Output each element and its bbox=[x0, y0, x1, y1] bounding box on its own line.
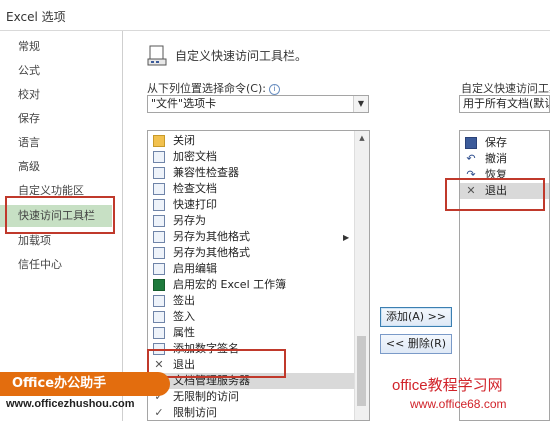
list-item[interactable]: 属性 bbox=[148, 325, 369, 341]
print-icon bbox=[153, 199, 165, 211]
document-check-icon bbox=[153, 167, 165, 179]
sidebar-item-proofing[interactable]: 校对 bbox=[0, 84, 112, 106]
chevron-down-icon: ▼ bbox=[353, 96, 368, 112]
watermark-url-left: www.officezhushou.com bbox=[6, 398, 135, 410]
watermark-url-right: www.office68.com bbox=[410, 397, 507, 411]
watermark-badge: Office办公助手 bbox=[0, 372, 170, 396]
save-as-icon bbox=[153, 247, 165, 259]
choose-commands-dropdown[interactable]: "文件"选项卡 ▼ bbox=[147, 95, 369, 113]
sidebar-item-save[interactable]: 保存 bbox=[0, 108, 112, 130]
list-item[interactable]: 启用编辑 bbox=[148, 261, 369, 277]
save-as-icon bbox=[153, 231, 165, 243]
sidebar-item-trust-center[interactable]: 信任中心 bbox=[0, 254, 112, 276]
list-item[interactable]: 签出 bbox=[148, 293, 369, 309]
sidebar-item-advanced[interactable]: 高级 bbox=[0, 156, 112, 178]
watermark-title-right: office教程学习网 bbox=[392, 377, 503, 394]
undo-icon: ↶ bbox=[466, 152, 476, 165]
check-out-icon bbox=[153, 295, 165, 307]
list-item[interactable]: 另存为其他格式 bbox=[148, 229, 369, 245]
list-item[interactable]: 快速打印 bbox=[148, 197, 369, 213]
info-icon: i bbox=[268, 83, 280, 95]
list-item[interactable]: 保存 bbox=[460, 135, 549, 151]
list-item[interactable]: 兼容性检查器 bbox=[148, 165, 369, 181]
highlight-box-sidebar bbox=[5, 196, 115, 234]
excel-icon bbox=[153, 279, 165, 291]
sidebar-item-general[interactable]: 常规 bbox=[0, 36, 112, 58]
list-item[interactable]: ✓ 限制访问 bbox=[148, 405, 369, 420]
page-title: 自定义快速访问工具栏。 bbox=[175, 49, 308, 63]
check-icon: ✓ bbox=[154, 406, 164, 419]
list-item[interactable]: 另存为 bbox=[148, 213, 369, 229]
expand-arrow-icon[interactable]: ▶ bbox=[343, 233, 349, 242]
remove-button[interactable]: << 删除(R) bbox=[380, 334, 452, 354]
folder-icon bbox=[153, 135, 165, 147]
list-item[interactable]: 签入 bbox=[148, 309, 369, 325]
sidebar-item-language[interactable]: 语言 bbox=[0, 132, 112, 154]
check-in-icon bbox=[153, 311, 165, 323]
list-item[interactable]: 加密文档 bbox=[148, 149, 369, 165]
list-item[interactable]: ✓ 无限制的访问 bbox=[148, 389, 369, 405]
choose-commands-label: 从下列位置选择命令(C): i bbox=[147, 80, 280, 96]
customize-toolbar-value: 用于所有文档(默认 bbox=[463, 97, 550, 110]
properties-icon bbox=[153, 327, 165, 339]
edit-document-icon bbox=[153, 263, 165, 275]
add-button[interactable]: 添加(A) >> bbox=[380, 307, 452, 327]
sidebar-item-formulas[interactable]: 公式 bbox=[0, 60, 112, 82]
document-inspect-icon bbox=[153, 183, 165, 195]
excel-options-window: Excel 选项 常规 公式 校对 保存 语言 高级 自定义功能区 快速访问工具… bbox=[0, 0, 550, 421]
choose-commands-value: "文件"选项卡 bbox=[151, 97, 217, 110]
lock-document-icon bbox=[153, 151, 165, 163]
scroll-up-icon[interactable]: ▲ bbox=[355, 131, 369, 145]
quick-access-toolbar-icon bbox=[147, 45, 167, 66]
list-item[interactable]: 另存为其他格式 bbox=[148, 245, 369, 261]
save-icon bbox=[465, 137, 477, 149]
list-item[interactable]: 启用宏的 Excel 工作簿 bbox=[148, 277, 369, 293]
highlight-box-exit-left bbox=[147, 349, 286, 378]
window-title: Excel 选项 bbox=[6, 10, 66, 24]
commands-scrollbar[interactable]: ▲ bbox=[354, 131, 369, 420]
highlight-box-exit-right bbox=[445, 178, 545, 211]
scrollbar-thumb[interactable] bbox=[357, 336, 366, 406]
title-bar: Excel 选项 bbox=[0, 0, 550, 31]
list-item[interactable]: 检查文档 bbox=[148, 181, 369, 197]
customize-toolbar-dropdown[interactable]: 用于所有文档(默认 bbox=[459, 95, 550, 113]
list-item[interactable]: 关闭 bbox=[148, 133, 369, 149]
save-as-icon bbox=[153, 215, 165, 227]
list-item[interactable]: ↶ 撤消 bbox=[460, 151, 549, 167]
customize-toolbar-label: 自定义快速访问工具 bbox=[461, 82, 550, 95]
